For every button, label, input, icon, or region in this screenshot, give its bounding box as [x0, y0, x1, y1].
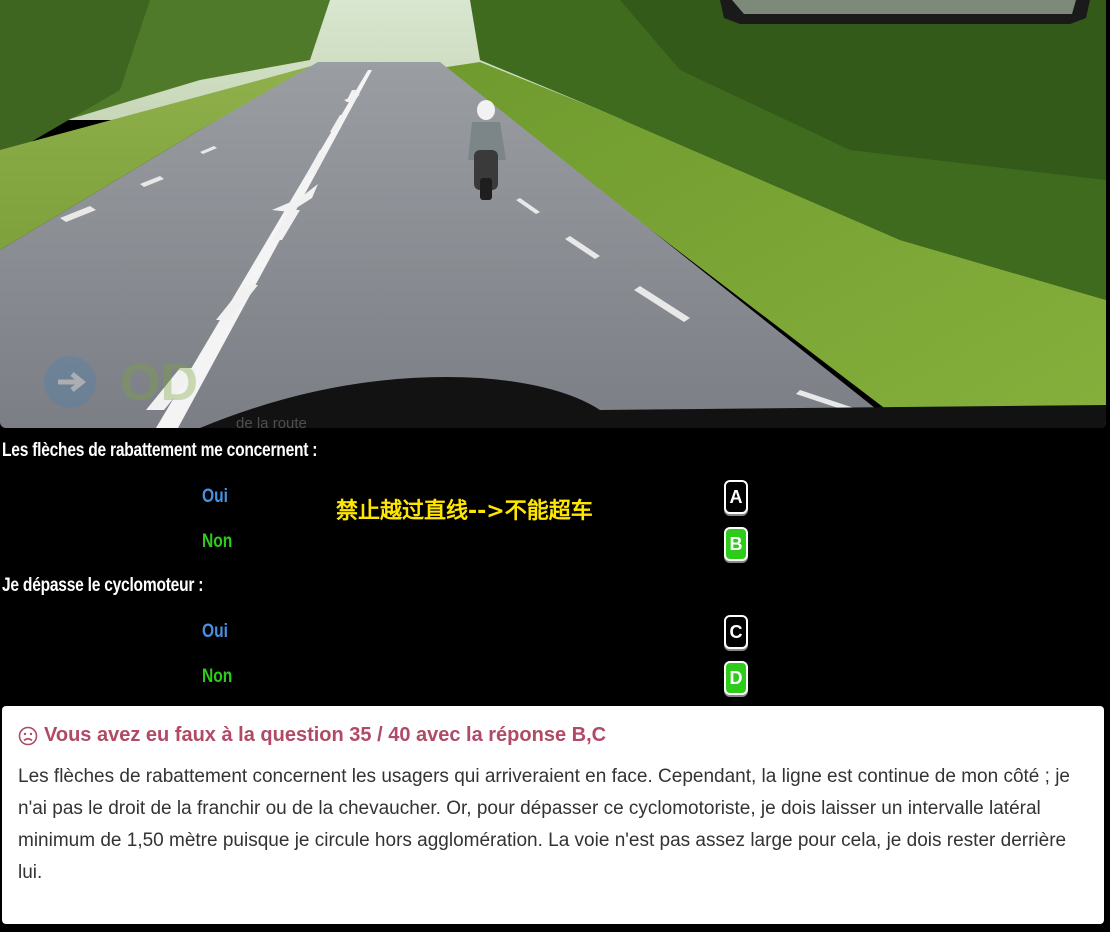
question-1-text: Les flèches de rabattement me concernent… — [2, 440, 318, 461]
question-1-answer-non[interactable]: Non — [202, 531, 232, 553]
result-title-text: Vous avez eu faux à la question 35 / 40 … — [44, 724, 607, 746]
result-explanation: Les flèches de rabattement concernent le… — [18, 766, 1070, 883]
result-panel: Vous avez eu faux à la question 35 / 40 … — [2, 706, 1104, 924]
result-title: Vous avez eu faux à la question 35 / 40 … — [18, 724, 1088, 747]
question-2-answer-oui[interactable]: Oui — [202, 621, 228, 643]
road-scene-svg: OD de la route — [0, 0, 1106, 428]
handwritten-annotation: 禁止越过直线-->不能超车 — [336, 499, 593, 524]
key-button-c[interactable]: C — [724, 615, 748, 649]
key-button-b[interactable]: B — [724, 527, 748, 561]
road-scene-image: OD de la route — [0, 0, 1106, 428]
question-2-text: Je dépasse le cyclomoteur : — [2, 575, 204, 596]
sad-face-icon — [18, 726, 38, 745]
question-1-answer-oui[interactable]: Oui — [202, 486, 228, 508]
watermark-text: de la route — [236, 415, 307, 428]
key-button-d[interactable]: D — [724, 661, 748, 695]
key-button-a[interactable]: A — [724, 480, 748, 514]
question-2-answer-non[interactable]: Non — [202, 666, 232, 688]
svg-text:OD: OD — [120, 354, 198, 412]
